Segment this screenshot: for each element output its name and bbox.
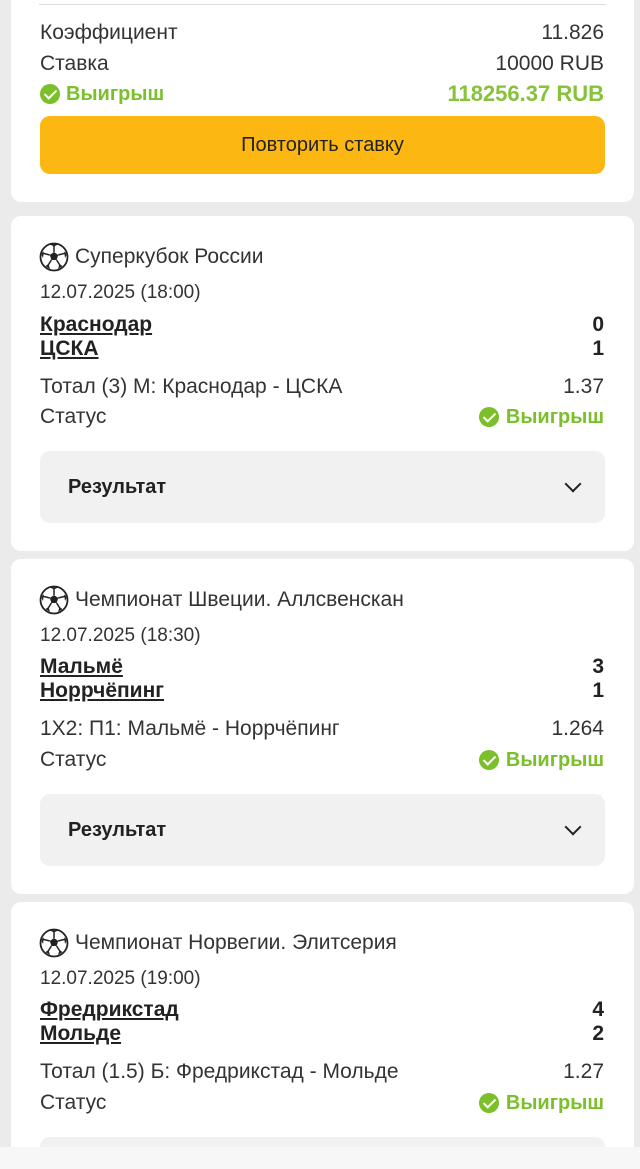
match-datetime: 12.07.2025 (18:00) <box>40 282 201 303</box>
status-label: Статус <box>40 748 107 771</box>
team-link[interactable]: Мальмё <box>40 655 123 679</box>
match-card: Чемпионат Норвегии. Элитсерия 12.07.2025… <box>11 902 634 1169</box>
status-badge: Выигрыш <box>478 405 604 429</box>
coefficient-row: Коэффициент 11.826 <box>40 21 604 45</box>
team-link[interactable]: Краснодар <box>40 313 152 337</box>
bet-odds: 1.37 <box>563 375 604 398</box>
stake-label: Ставка <box>40 52 109 75</box>
team-score: 0 <box>592 313 604 336</box>
bet-row: Тотал (1.5) Б: Фредрикстад - Мольде 1.27 <box>40 1060 604 1084</box>
bet-row: Тотал (3) М: Краснодар - ЦСКА 1.37 <box>40 375 604 399</box>
stake-value: 10000 RUB <box>495 52 604 75</box>
match-datetime: 12.07.2025 (19:00) <box>40 968 201 989</box>
team-row: ЦСКА 1 <box>40 337 604 361</box>
league-name: Чемпионат Норвегии. Элитсерия <box>75 931 397 954</box>
team-score: 3 <box>592 655 604 678</box>
status-label: Статус <box>40 405 107 428</box>
coefficient-label: Коэффициент <box>40 21 178 44</box>
league-name: Чемпионат Швеции. Аллсвенскан <box>75 588 404 611</box>
result-label: Результат <box>68 475 167 498</box>
team-score: 1 <box>592 337 604 360</box>
status-value: Выигрыш <box>505 748 604 771</box>
win-amount: 118256.37 RUB <box>447 81 604 106</box>
team-row: Краснодар 0 <box>40 313 604 337</box>
result-label: Результат <box>68 818 167 841</box>
check-circle-icon <box>478 750 499 770</box>
soccer-ball-icon <box>39 242 69 272</box>
league-row: Чемпионат Норвегии. Элитсерия <box>39 928 397 958</box>
bet-description: Тотал (3) М: Краснодар - ЦСКА <box>40 375 343 398</box>
win-label: Выигрыш <box>40 83 164 106</box>
match-datetime: 12.07.2025 (18:30) <box>40 625 201 646</box>
check-circle-icon <box>478 407 499 427</box>
chevron-down-icon <box>564 475 582 493</box>
team-score: 2 <box>592 1022 604 1045</box>
chevron-down-icon <box>564 818 582 836</box>
bet-description: 1X2: П1: Мальмё - Норрчёпинг <box>40 717 340 740</box>
check-circle-icon <box>478 1093 499 1113</box>
bet-summary-card: Коэффициент 11.826 Ставка 10000 RUB Выиг… <box>11 0 634 202</box>
soccer-ball-icon <box>39 928 69 958</box>
repeat-bet-button[interactable]: Повторить ставку <box>40 116 605 174</box>
league-row: Суперкубок России <box>39 242 264 272</box>
status-row: Статус Выигрыш <box>40 748 604 772</box>
team-link[interactable]: ЦСКА <box>40 337 99 361</box>
match-card: Чемпионат Швеции. Аллсвенскан 12.07.2025… <box>11 559 634 894</box>
status-row: Статус Выигрыш <box>40 1091 604 1115</box>
team-link[interactable]: Норрчёпинг <box>40 679 164 703</box>
coefficient-value: 11.826 <box>541 21 604 44</box>
bottom-bar <box>0 1147 640 1169</box>
status-row: Статус Выигрыш <box>40 405 604 429</box>
status-value: Выигрыш <box>505 1091 604 1114</box>
team-row: Фредрикстад 4 <box>40 998 604 1022</box>
bet-row: 1X2: П1: Мальмё - Норрчёпинг 1.264 <box>40 717 604 741</box>
team-row: Мольде 2 <box>40 1022 604 1046</box>
result-dropdown[interactable]: Результат <box>40 794 605 866</box>
match-card: Суперкубок России 12.07.2025 (18:00) Кра… <box>11 216 634 551</box>
check-circle-icon <box>40 84 60 104</box>
divider <box>39 4 606 5</box>
soccer-ball-icon <box>39 585 69 615</box>
league-name: Суперкубок России <box>75 245 264 268</box>
league-row: Чемпионат Швеции. Аллсвенскан <box>39 585 404 615</box>
team-row: Мальмё 3 <box>40 655 604 679</box>
team-score: 4 <box>592 998 604 1021</box>
bet-odds: 1.27 <box>563 1060 604 1083</box>
team-link[interactable]: Мольде <box>40 1022 121 1046</box>
bet-description: Тотал (1.5) Б: Фредрикстад - Мольде <box>40 1060 399 1083</box>
status-label: Статус <box>40 1091 107 1114</box>
bet-odds: 1.264 <box>551 717 604 740</box>
status-badge: Выигрыш <box>478 748 604 772</box>
result-dropdown[interactable]: Результат <box>40 451 605 523</box>
status-value: Выигрыш <box>505 405 604 428</box>
status-badge: Выигрыш <box>478 1091 604 1115</box>
win-label-text: Выигрыш <box>66 82 165 105</box>
team-link[interactable]: Фредрикстад <box>40 998 179 1022</box>
win-row: Выигрыш 118256.37 RUB <box>40 81 604 107</box>
team-row: Норрчёпинг 1 <box>40 679 604 703</box>
stake-row: Ставка 10000 RUB <box>40 52 604 76</box>
team-score: 1 <box>592 679 604 702</box>
